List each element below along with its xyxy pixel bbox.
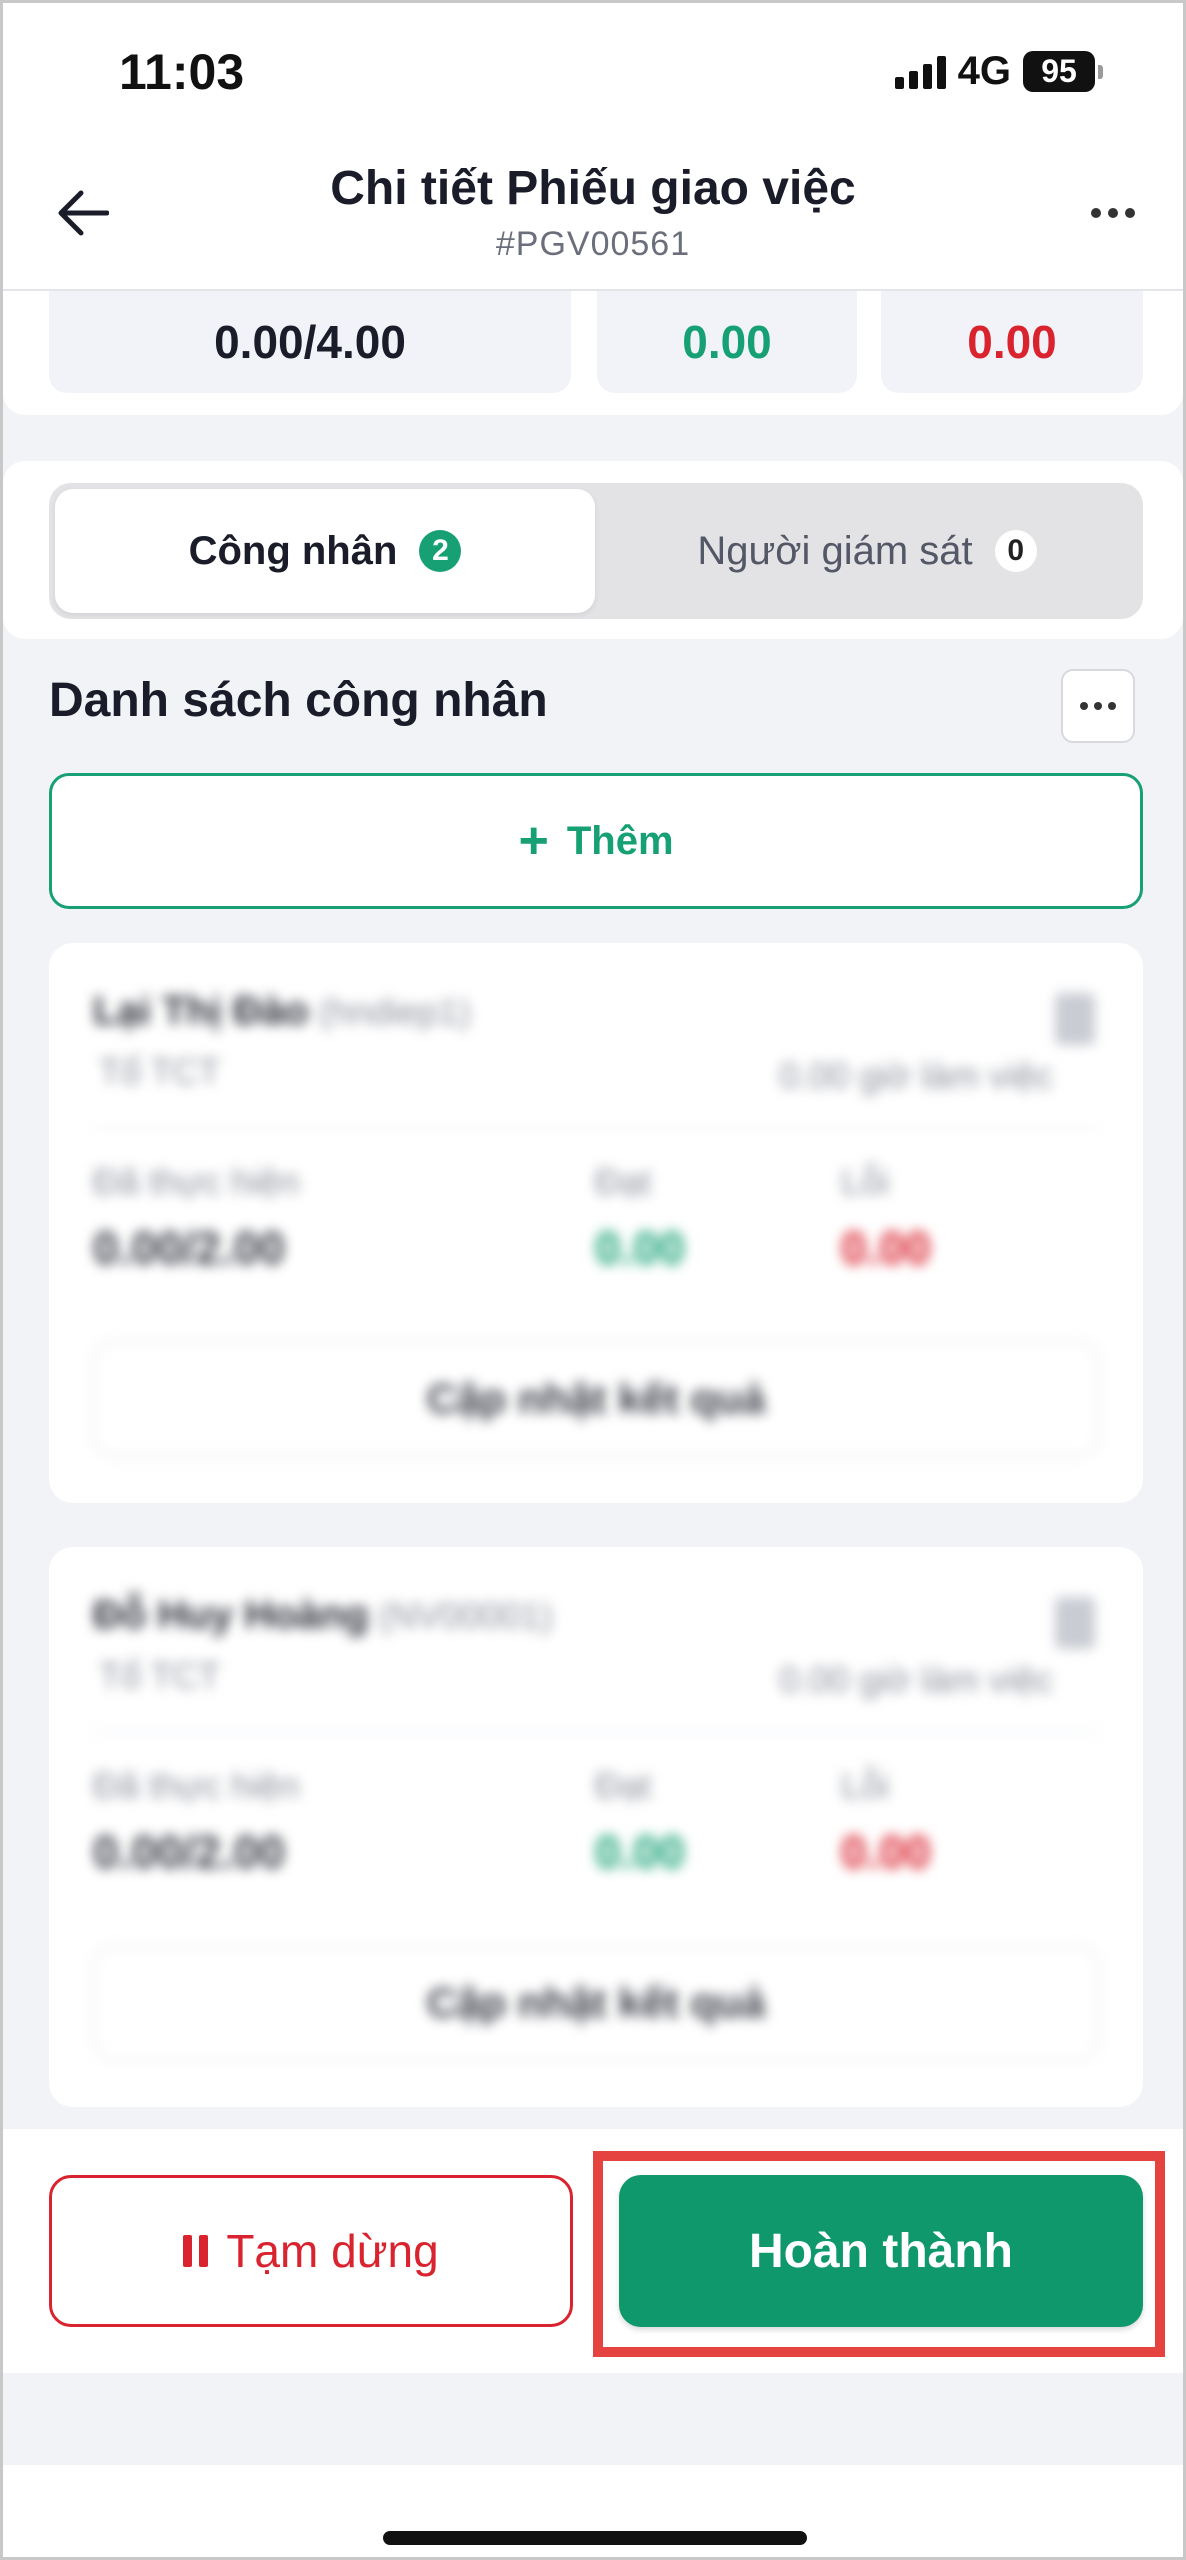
error-value: 0.00 <box>841 1222 931 1274</box>
worker-name-text: Lại Thị Đào <box>93 989 309 1033</box>
app-screen: 11:03 4G 95 Chi tiết Phiếu giao việc #PG… <box>0 0 1186 2560</box>
worker-hours: 0.00 giờ làm việc <box>779 1659 1053 1700</box>
worker-name: Lại Thị Đào (hndiep1) <box>93 989 471 1034</box>
divider <box>93 1731 1099 1733</box>
segmented-control: Công nhân 2 Người giám sát 0 <box>49 483 1143 619</box>
done-value: 0.00/2.00 <box>93 1826 285 1878</box>
error-label: Lỗi <box>841 1765 890 1806</box>
worker-card: Đỗ Huy Hoàng (NV00001) Tổ TCT 0.00 giờ là… <box>49 1547 1143 2107</box>
battery-icon: 95 <box>1023 51 1103 92</box>
update-result-button[interactable]: Cập nhật kết quả <box>93 1341 1099 1457</box>
bottom-action-bar: Tạm dừng Hoàn thành <box>3 2129 1183 2373</box>
pass-label: Đạt <box>595 1765 652 1806</box>
worker-hours: 0.00 giờ làm việc <box>779 1055 1053 1096</box>
pause-icon <box>183 2235 209 2267</box>
summary-pass-value: 0.00 <box>682 316 772 368</box>
more-dot-icon <box>1080 702 1088 710</box>
list-options-button[interactable] <box>1061 669 1135 743</box>
status-time: 11:03 <box>119 44 245 100</box>
more-dot-icon <box>1091 208 1101 218</box>
worker-name: Đỗ Huy Hoàng (NV00001) <box>93 1593 553 1638</box>
pause-label: Tạm dừng <box>226 2225 439 2277</box>
summary-error-value: 0.00 <box>967 316 1057 368</box>
summary-pass: 0.00 <box>597 291 857 393</box>
complete-button[interactable]: Hoàn thành <box>619 2175 1143 2327</box>
error-value: 0.00 <box>841 1826 931 1878</box>
tab-supervisors[interactable]: Người giám sát 0 <box>597 489 1137 613</box>
worker-name-text: Đỗ Huy Hoàng <box>93 1593 369 1637</box>
pass-label: Đạt <box>595 1161 652 1202</box>
trash-icon[interactable] <box>1055 993 1095 1045</box>
update-result-button[interactable]: Cập nhật kết quả <box>93 1945 1099 2061</box>
pass-value: 0.00 <box>595 1826 685 1878</box>
tab-workers[interactable]: Công nhân 2 <box>55 489 595 613</box>
page-title: Chi tiết Phiếu giao việc <box>330 162 856 215</box>
tab-workers-count: 2 <box>419 530 462 572</box>
worker-team: Tổ TCT <box>99 1051 221 1092</box>
divider <box>93 1127 1099 1129</box>
complete-label: Hoàn thành <box>749 2224 1013 2278</box>
worker-code: (hndiep1) <box>318 991 471 1032</box>
add-worker-label: Thêm <box>566 818 674 863</box>
signal-icon <box>894 55 946 89</box>
app-header: Chi tiết Phiếu giao việc #PGV00561 <box>3 143 1183 291</box>
worker-code: (NV00001) <box>378 1595 553 1636</box>
worker-team: Tổ TCT <box>99 1655 221 1696</box>
battery-level: 95 <box>1023 51 1095 92</box>
summary-card: 0.00/4.00 0.00 0.00 <box>3 291 1183 415</box>
more-options-button[interactable] <box>1073 173 1153 253</box>
status-indicators: 4G 95 <box>894 49 1103 94</box>
done-label: Đã thực hiện <box>93 1161 300 1202</box>
tab-supervisors-count: 0 <box>994 530 1037 572</box>
summary-done-value: 0.00/4.00 <box>214 316 406 368</box>
status-bar: 11:03 4G 95 <box>3 3 1183 143</box>
done-label: Đã thực hiện <box>93 1765 300 1806</box>
home-area <box>3 2465 1183 2557</box>
pause-button[interactable]: Tạm dừng <box>49 2175 573 2327</box>
done-value: 0.00/2.00 <box>93 1222 285 1274</box>
home-indicator[interactable] <box>383 2531 807 2545</box>
section-title: Danh sách công nhân <box>49 674 548 727</box>
summary-error: 0.00 <box>881 291 1143 393</box>
error-label: Lỗi <box>841 1161 890 1202</box>
worker-card: Lại Thị Đào (hndiep1) Tổ TCT 0.00 giờ làm… <box>49 943 1143 1503</box>
plus-icon: + <box>518 812 549 870</box>
tabs-card: Công nhân 2 Người giám sát 0 <box>3 461 1183 639</box>
tab-supervisors-label: Người giám sát <box>697 528 973 573</box>
trash-icon[interactable] <box>1055 1597 1095 1649</box>
summary-done: 0.00/4.00 <box>49 291 571 393</box>
ticket-code: #PGV00561 <box>495 225 691 263</box>
pass-value: 0.00 <box>595 1222 685 1274</box>
tab-workers-label: Công nhân <box>188 528 398 573</box>
add-worker-button[interactable]: + Thêm <box>49 773 1143 909</box>
network-type: 4G <box>957 49 1011 93</box>
